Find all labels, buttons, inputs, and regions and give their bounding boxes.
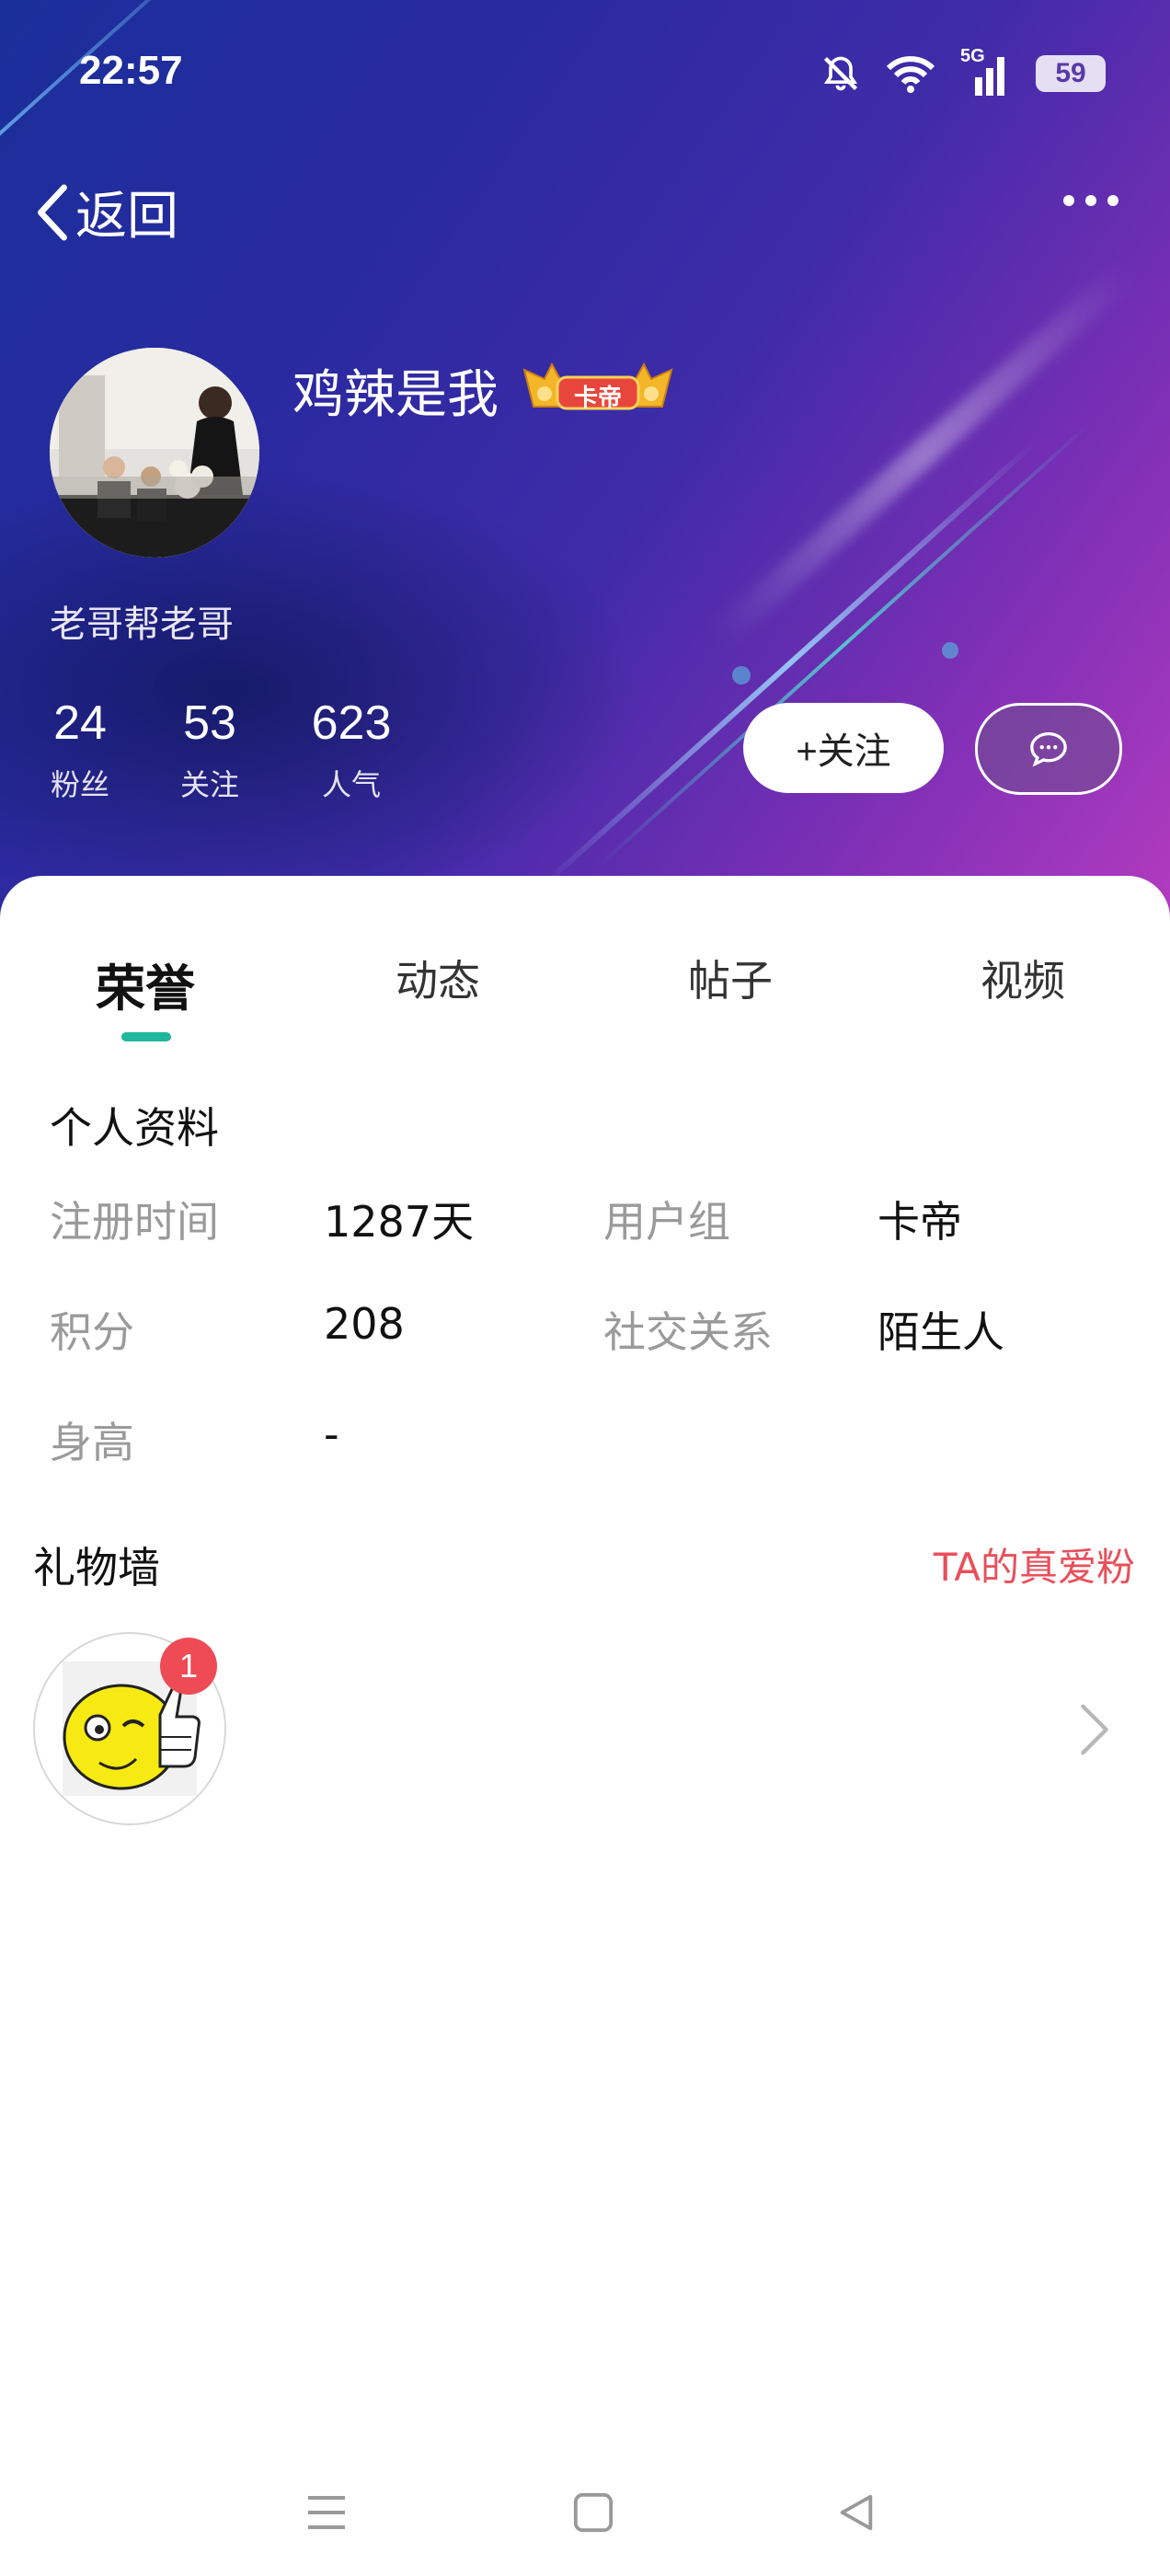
stat-fans[interactable]: 24 粉丝 xyxy=(50,699,110,804)
more-options-button[interactable] xyxy=(1063,195,1118,206)
network-type: 5G xyxy=(960,46,985,66)
gift-count-badge: 1 xyxy=(160,1638,217,1695)
status-icons: 5G 59 xyxy=(820,46,1106,99)
active-tab-indicator xyxy=(121,1032,171,1041)
stat-following[interactable]: 53 关注 xyxy=(177,699,243,804)
rank-badge: 卡帝 xyxy=(521,361,675,414)
status-time: 22:57 xyxy=(79,48,183,93)
info-value: - xyxy=(324,1409,339,1459)
info-label: 社交关系 xyxy=(603,1307,773,1357)
user-motto: 老哥帮老哥 xyxy=(50,604,234,646)
stat-value: 623 xyxy=(311,696,392,750)
info-label: 身高 xyxy=(50,1418,134,1467)
back-label: 返回 xyxy=(75,187,178,247)
message-button[interactable] xyxy=(975,703,1122,795)
username: 鸡辣是我 xyxy=(292,365,499,425)
info-value: 陌生人 xyxy=(878,1307,1004,1357)
chat-bubble-icon xyxy=(1030,731,1067,767)
info-value: 208 xyxy=(324,1299,405,1349)
wifi-icon xyxy=(886,56,935,93)
follow-button[interactable]: +关注 xyxy=(743,703,944,793)
rank-badge-text: 卡帝 xyxy=(573,385,622,412)
personal-info-title: 个人资料 xyxy=(50,1103,219,1153)
square-home-icon xyxy=(573,2492,614,2533)
stat-label: 粉丝 xyxy=(50,767,109,802)
info-value: 卡帝 xyxy=(878,1197,962,1247)
more-dot-icon xyxy=(1107,195,1118,206)
hamburger-icon xyxy=(308,2496,345,2529)
true-fans-link[interactable]: TA的真爱粉 xyxy=(934,1536,1135,1593)
bell-muted-icon xyxy=(823,56,858,91)
tab-activity[interactable]: 动态 xyxy=(346,948,530,1008)
cellular-signal-icon: 5G xyxy=(960,46,1012,96)
back-button[interactable]: 返回 xyxy=(33,175,178,249)
info-label: 积分 xyxy=(50,1307,134,1357)
stat-label: 人气 xyxy=(321,767,381,802)
tab-honor[interactable]: 荣誉 xyxy=(53,948,237,1020)
tab-bar: 荣誉 动态 帖子 视频 xyxy=(0,948,1170,1049)
info-label: 用户组 xyxy=(603,1197,730,1247)
chevron-right-icon[interactable] xyxy=(1078,1700,1111,1759)
more-dot-icon xyxy=(1085,195,1096,206)
stat-value: 53 xyxy=(183,696,236,750)
menu-nav-button[interactable] xyxy=(294,2480,359,2545)
avatar-photo xyxy=(50,348,259,558)
info-label: 注册时间 xyxy=(50,1197,219,1247)
back-nav-button[interactable] xyxy=(824,2480,889,2545)
chevron-left-icon xyxy=(38,184,67,240)
stat-popularity[interactable]: 623 人气 xyxy=(304,699,399,804)
battery-indicator: 59 xyxy=(1036,55,1106,92)
gift-wall-title: 礼物墙 xyxy=(33,1543,160,1593)
profile-screen: 22:57 5G 59 返回 鸡辣是我 卡帝 老哥帮老哥 24 粉丝 53 关注… xyxy=(0,0,1170,2576)
avatar[interactable] xyxy=(50,348,259,558)
info-value: 1287天 xyxy=(324,1197,475,1247)
stat-value: 24 xyxy=(53,696,107,750)
tab-posts[interactable]: 帖子 xyxy=(638,948,822,1008)
tab-videos[interactable]: 视频 xyxy=(931,948,1115,1008)
more-dot-icon xyxy=(1063,195,1074,206)
home-nav-button[interactable] xyxy=(561,2480,625,2545)
triangle-back-icon xyxy=(840,2494,873,2531)
stat-label: 关注 xyxy=(179,767,239,802)
system-navigation-bar xyxy=(0,2447,1170,2576)
